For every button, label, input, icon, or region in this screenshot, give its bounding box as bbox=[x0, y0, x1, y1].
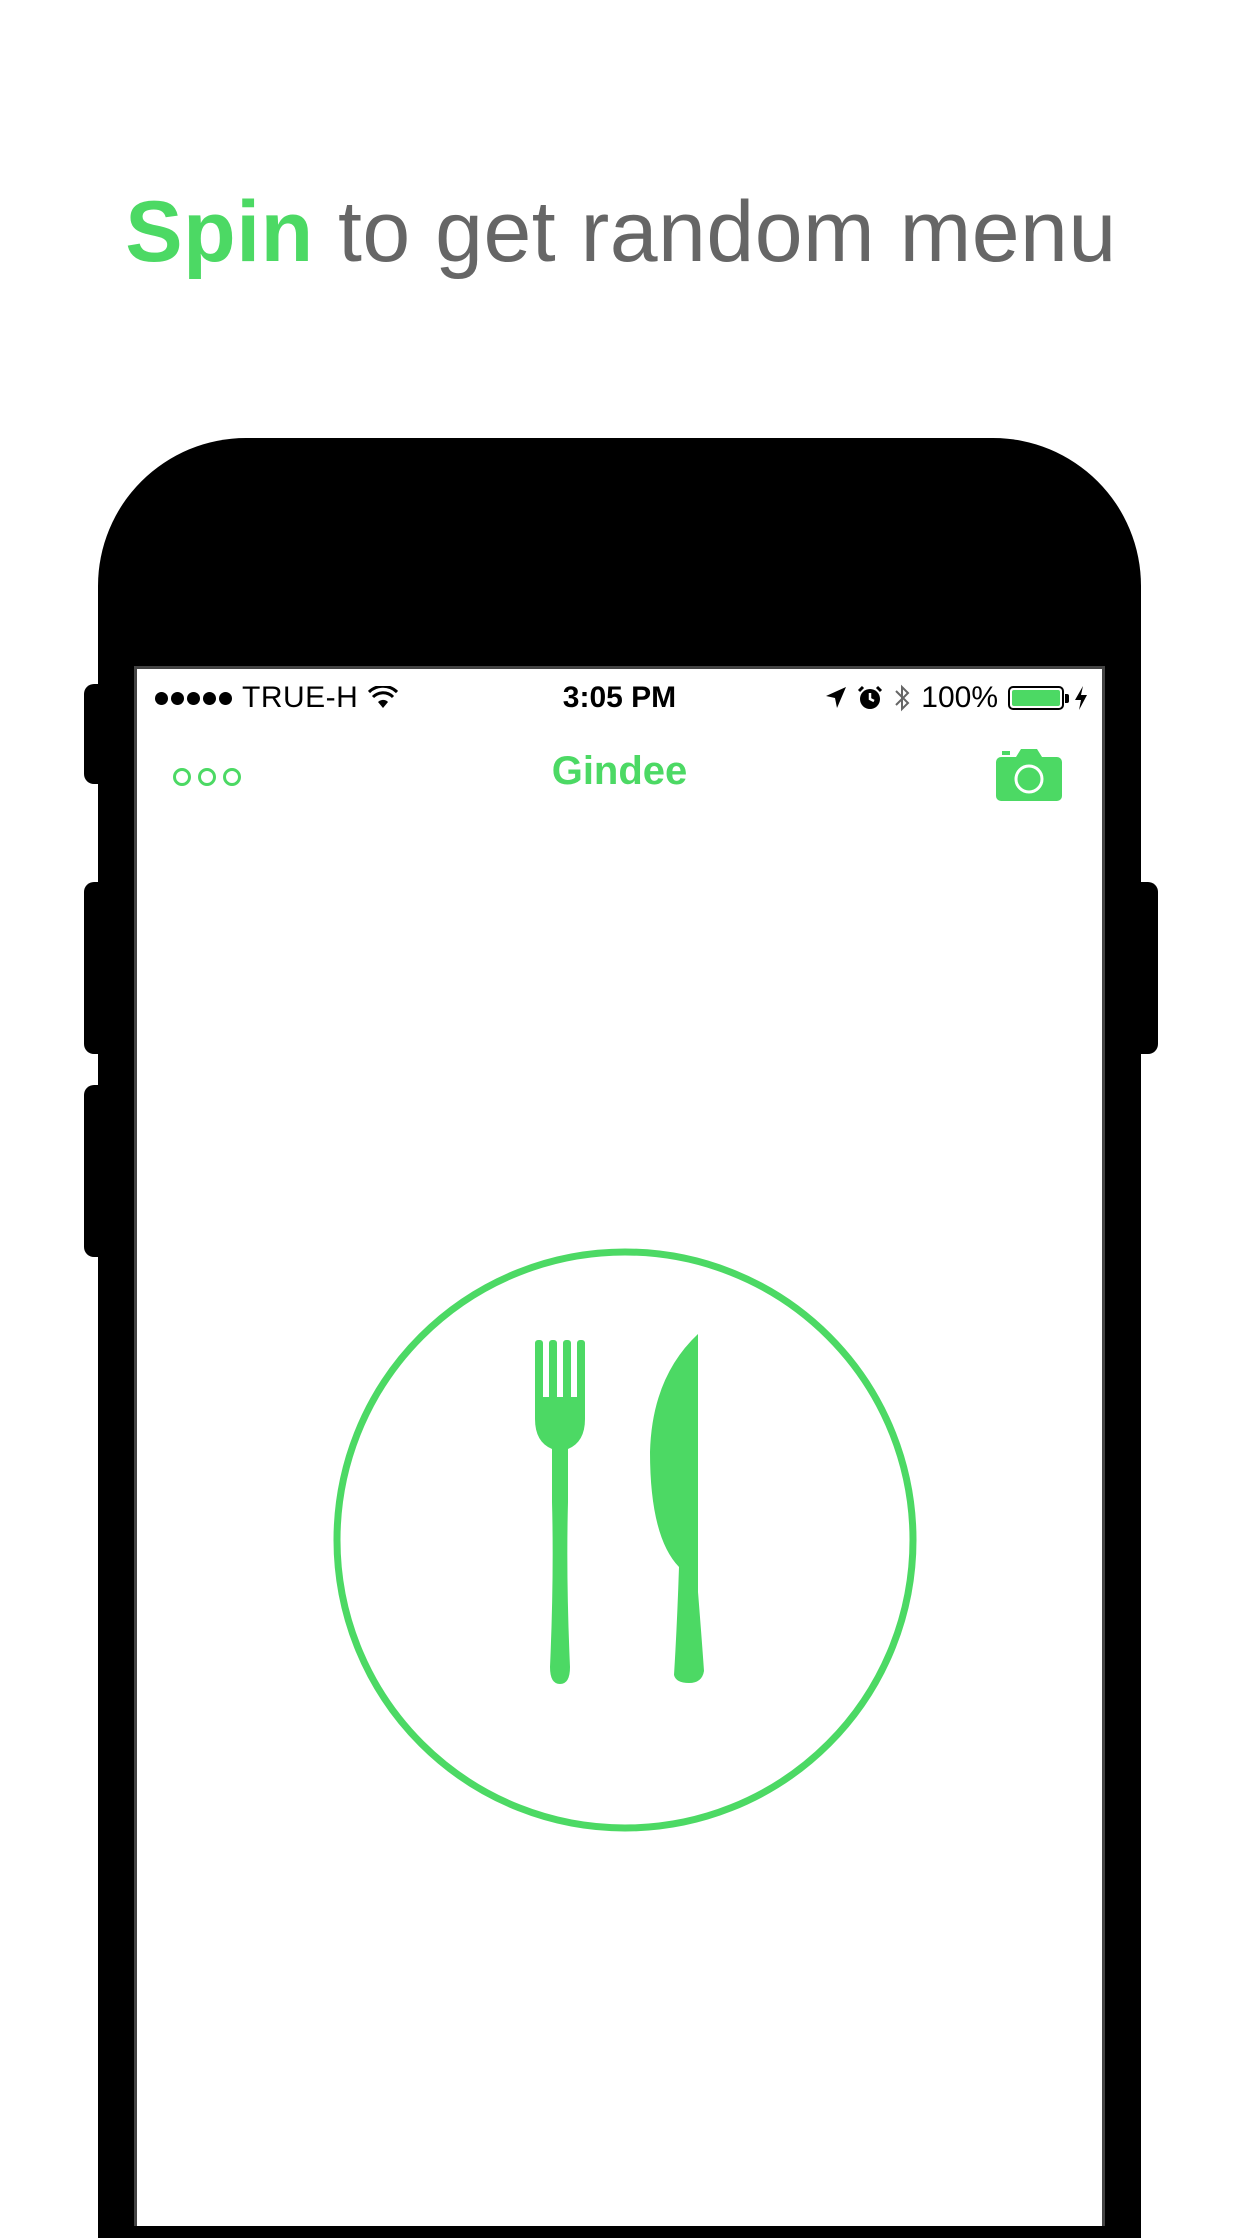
fork-icon bbox=[535, 1340, 585, 1684]
nav-bar: Gindee bbox=[137, 733, 1102, 825]
knife-icon bbox=[650, 1334, 704, 1683]
location-arrow-icon bbox=[826, 687, 847, 708]
headline: Spin to get random menu bbox=[0, 172, 1242, 292]
battery-fill bbox=[1012, 690, 1060, 706]
nav-title: Gindee bbox=[551, 749, 688, 793]
plate-circle bbox=[333, 1248, 917, 1832]
status-bar: TRUE-H 3:05 PM 100% bbox=[137, 669, 1102, 733]
charging-bolt-icon bbox=[1075, 686, 1087, 710]
headline-accent: Spin bbox=[125, 184, 314, 280]
camera-icon[interactable] bbox=[994, 747, 1064, 803]
status-right: 100% bbox=[825, 681, 1088, 715]
spin-plate-button[interactable] bbox=[332, 1247, 918, 1833]
bluetooth-icon bbox=[895, 684, 910, 712]
phone-screen: TRUE-H 3:05 PM 100% Gindee bbox=[134, 666, 1105, 2226]
battery-icon bbox=[1008, 686, 1069, 710]
alarm-clock-icon bbox=[858, 685, 883, 709]
battery-percent: 100% bbox=[921, 681, 998, 714]
headline-rest: to get random menu bbox=[313, 184, 1117, 280]
